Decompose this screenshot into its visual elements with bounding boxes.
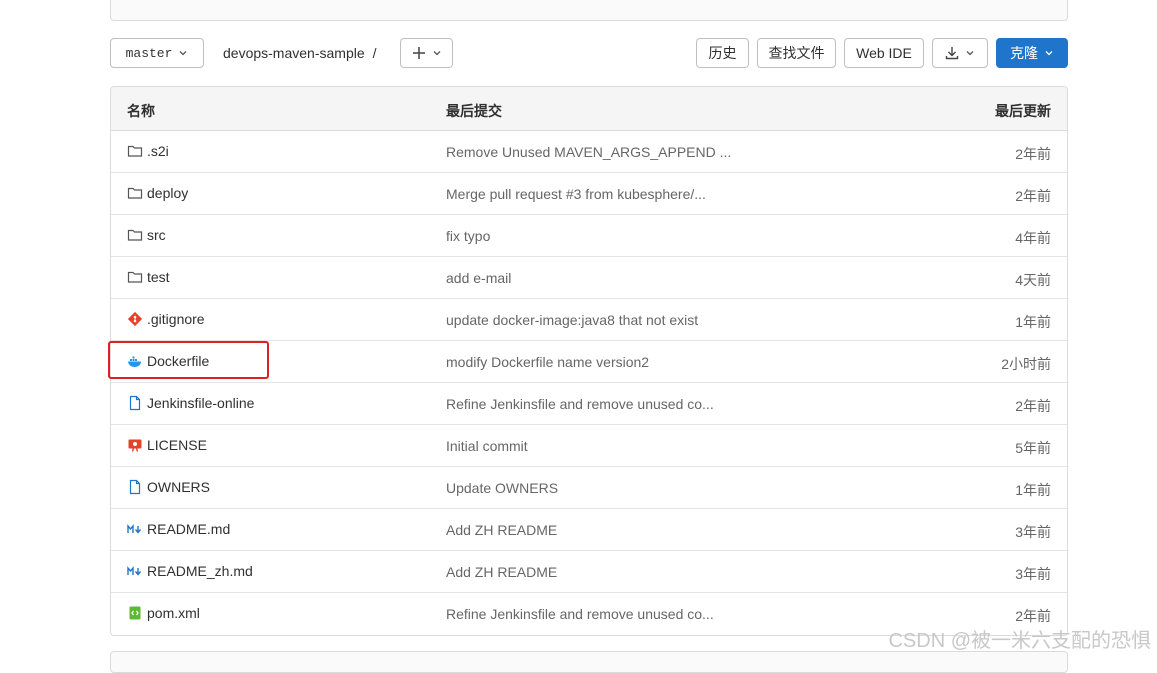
chevron-down-icon xyxy=(1045,51,1053,56)
repo-link[interactable]: devops-maven-sample xyxy=(223,45,365,61)
file-name[interactable]: LICENSE xyxy=(147,437,207,453)
commit-message[interactable]: modify Dockerfile name version2 xyxy=(446,354,649,370)
commit-message[interactable]: Add ZH README xyxy=(446,522,557,538)
clone-dropdown-button[interactable]: 克隆 xyxy=(996,38,1068,68)
table-row[interactable]: .s2i Remove Unused MAVEN_ARGS_APPEND ... 2… xyxy=(111,131,1067,173)
file-name[interactable]: src xyxy=(147,227,166,243)
file-name-cell[interactable]: deploy xyxy=(127,185,188,201)
file-name[interactable]: test xyxy=(147,269,170,285)
file-name[interactable]: pom.xml xyxy=(147,605,200,621)
table-row[interactable]: Jenkinsfile-online Refine Jenkinsfile and… xyxy=(111,383,1067,425)
history-button[interactable]: 历史 xyxy=(696,38,749,68)
commit-message[interactable]: update docker-image:java8 that not exist xyxy=(446,312,698,328)
last-updated: 2年前 xyxy=(1015,398,1051,414)
file-name-cell[interactable]: README.md xyxy=(127,521,230,537)
last-updated: 2年前 xyxy=(1015,608,1051,624)
watermark: CSDN @被一米六支配的恐惧 xyxy=(888,630,1151,652)
table-row[interactable]: .gitignore update docker-image:java8 that… xyxy=(111,299,1067,341)
top-panel xyxy=(110,0,1068,21)
table-row[interactable]: deploy Merge pull request #3 from kubesph… xyxy=(111,173,1067,215)
table-row[interactable]: README.md Add ZH README 3年前 xyxy=(111,509,1067,551)
file-name-cell[interactable]: src xyxy=(127,227,166,243)
folder-icon xyxy=(127,227,143,243)
last-updated: 2年前 xyxy=(1015,188,1051,204)
file-name[interactable]: README.md xyxy=(147,521,230,537)
commit-message[interactable]: Refine Jenkinsfile and remove unused co.… xyxy=(446,396,714,412)
commit-message[interactable]: Merge pull request #3 from kubesphere/..… xyxy=(446,186,706,202)
add-dropdown-button[interactable] xyxy=(400,38,453,68)
file-name[interactable]: .s2i xyxy=(147,143,169,159)
table-header: 名称 最后提交 最后更新 xyxy=(111,87,1067,131)
last-updated: 5年前 xyxy=(1015,440,1051,456)
find-file-button[interactable]: 查找文件 xyxy=(757,38,836,68)
file-name-cell[interactable]: pom.xml xyxy=(127,605,200,621)
header-last-update: 最后更新 xyxy=(995,103,1051,119)
plus-icon xyxy=(412,47,425,59)
last-updated: 2年前 xyxy=(1015,146,1051,162)
header-name: 名称 xyxy=(127,103,155,119)
last-updated: 3年前 xyxy=(1015,566,1051,582)
table-row[interactable]: test add e-mail 4天前 xyxy=(111,257,1067,299)
git-icon xyxy=(127,311,143,327)
table-row[interactable]: LICENSE Initial commit 5年前 xyxy=(111,425,1067,467)
chevron-down-icon xyxy=(433,51,440,56)
download-dropdown-button[interactable] xyxy=(932,38,988,68)
table-row[interactable]: OWNERS Update OWNERS 1年前 xyxy=(111,467,1067,509)
file-name-cell[interactable]: .s2i xyxy=(127,143,169,159)
file-name[interactable]: Jenkinsfile-online xyxy=(147,395,254,411)
file-name-cell[interactable]: README_zh.md xyxy=(127,563,253,579)
table-body: .s2i Remove Unused MAVEN_ARGS_APPEND ... 2… xyxy=(111,131,1067,635)
commit-message[interactable]: add e-mail xyxy=(446,270,511,286)
folder-icon xyxy=(127,185,143,201)
last-updated: 1年前 xyxy=(1015,482,1051,498)
commit-message[interactable]: Update OWNERS xyxy=(446,480,558,496)
table-row[interactable]: README_zh.md Add ZH README 3年前 xyxy=(111,551,1067,593)
last-updated: 2小时前 xyxy=(1001,356,1051,372)
highlight-box xyxy=(108,341,269,379)
markdown-icon xyxy=(127,563,143,579)
last-updated: 1年前 xyxy=(1015,314,1051,330)
bottom-panel xyxy=(110,651,1068,673)
last-updated: 4年前 xyxy=(1015,230,1051,246)
file-name-cell[interactable]: test xyxy=(127,269,170,285)
last-updated: 4天前 xyxy=(1015,272,1051,288)
branch-label: master xyxy=(125,45,173,61)
file-icon xyxy=(127,395,143,411)
file-name[interactable]: .gitignore xyxy=(147,311,205,327)
file-icon xyxy=(127,479,143,495)
commit-message[interactable]: Refine Jenkinsfile and remove unused co.… xyxy=(446,606,714,622)
folder-icon xyxy=(127,269,143,285)
file-name[interactable]: OWNERS xyxy=(147,479,210,495)
file-name-cell[interactable]: .gitignore xyxy=(127,311,205,327)
file-name-cell[interactable]: LICENSE xyxy=(127,437,207,453)
folder-icon xyxy=(127,143,143,159)
breadcrumb: devops-maven-sample / xyxy=(223,45,377,61)
commit-message[interactable]: Remove Unused MAVEN_ARGS_APPEND ... xyxy=(446,144,731,160)
chevron-down-icon xyxy=(179,51,187,56)
commit-message[interactable]: Add ZH README xyxy=(446,564,557,580)
breadcrumb-separator: / xyxy=(372,45,377,61)
markdown-icon xyxy=(127,521,143,537)
clone-label: 克隆 xyxy=(1010,45,1038,61)
commit-message[interactable]: Initial commit xyxy=(446,438,528,454)
file-name-cell[interactable]: OWNERS xyxy=(127,479,210,495)
last-updated: 3年前 xyxy=(1015,524,1051,540)
chevron-down-icon xyxy=(966,51,974,56)
commit-message[interactable]: fix typo xyxy=(446,228,490,244)
file-name-cell[interactable]: Jenkinsfile-online xyxy=(127,395,254,411)
file-name[interactable]: deploy xyxy=(147,185,188,201)
web-ide-button[interactable]: Web IDE xyxy=(844,38,924,68)
header-last-commit: 最后提交 xyxy=(446,103,502,119)
download-icon xyxy=(945,47,959,60)
xml-icon xyxy=(127,605,143,621)
table-row[interactable]: src fix typo 4年前 xyxy=(111,215,1067,257)
branch-dropdown[interactable]: master xyxy=(110,38,204,68)
license-icon xyxy=(127,437,143,453)
file-name[interactable]: README_zh.md xyxy=(147,563,253,579)
